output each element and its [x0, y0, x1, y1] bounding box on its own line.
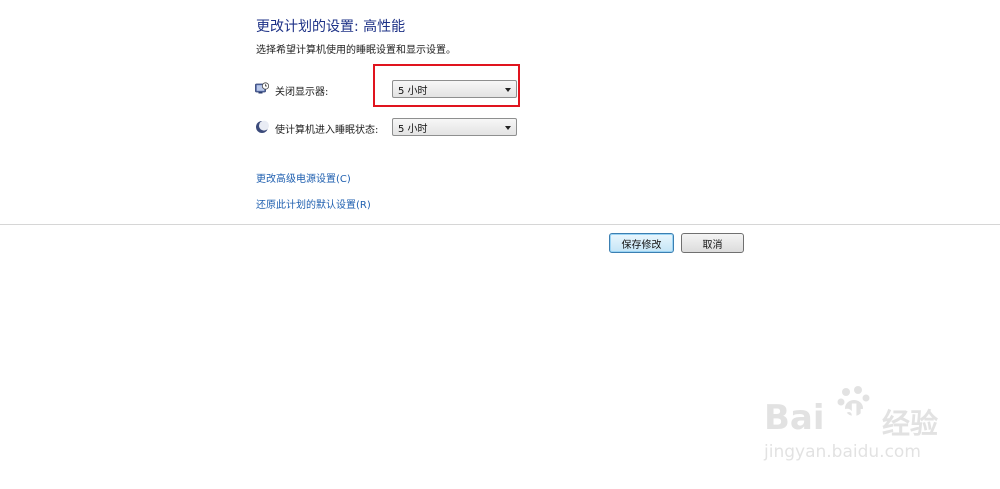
- chevron-down-icon: [505, 126, 511, 130]
- watermark-url: jingyan.baidu.com: [764, 442, 921, 462]
- divider: [0, 224, 1000, 225]
- save-button[interactable]: 保存修改: [609, 233, 674, 253]
- advanced-power-settings-link[interactable]: 更改高级电源设置(C): [256, 170, 351, 185]
- watermark-brand-du: du: [840, 400, 878, 430]
- sleep-select[interactable]: 5 小时: [392, 118, 517, 136]
- watermark-suffix: 经验: [882, 407, 939, 440]
- page-subtitle: 选择希望计算机使用的睡眠设置和显示设置。: [256, 45, 456, 56]
- watermark-brand: Bai: [764, 398, 825, 438]
- highlight-box: [373, 64, 520, 107]
- baidu-watermark: Bai du 经验 jingyan.baidu.com: [760, 384, 980, 468]
- restore-defaults-link[interactable]: 还原此计划的默认设置(R): [256, 196, 371, 211]
- cancel-button[interactable]: 取消: [681, 233, 744, 253]
- moon-icon: [256, 120, 269, 133]
- page-title: 更改计划的设置: 高性能: [256, 19, 406, 35]
- display-off-label: 关闭显示器:: [275, 87, 329, 98]
- sleep-value: 5 小时: [398, 123, 428, 135]
- monitor-icon: [255, 82, 269, 94]
- sleep-label: 使计算机进入睡眠状态:: [275, 125, 379, 136]
